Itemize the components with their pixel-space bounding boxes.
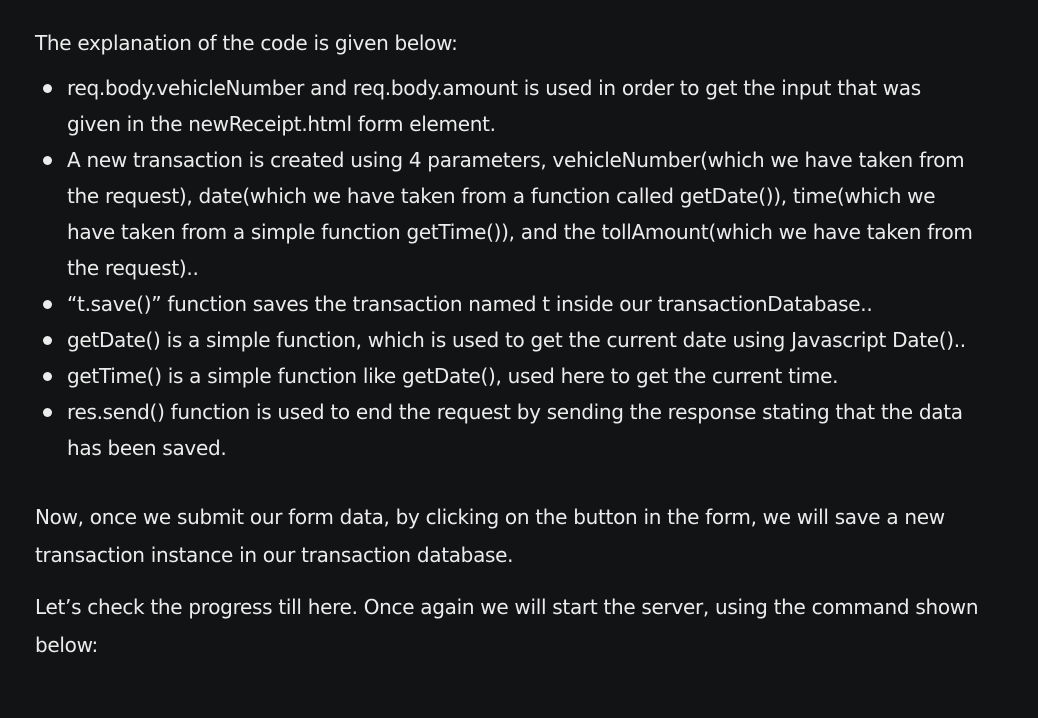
article-body: The explanation of the code is given bel… <box>35 24 1015 664</box>
explanation-list: req.body.vehicleNumber and req.body.amou… <box>35 70 1015 466</box>
list-item-text: getDate() is a simple function, which is… <box>67 328 966 352</box>
list-item: getTime() is a simple function like getD… <box>35 358 977 394</box>
list-item-text: res.send() function is used to end the r… <box>67 400 963 460</box>
list-item-text: A new transaction is created using 4 par… <box>67 148 973 280</box>
bullet-icon <box>43 300 52 309</box>
submit-paragraph: Now, once we submit our form data, by cl… <box>35 505 945 567</box>
list-item-text: req.body.vehicleNumber and req.body.amou… <box>67 76 921 136</box>
bullet-icon <box>43 84 52 93</box>
bullet-icon <box>43 372 52 381</box>
bullet-icon <box>43 336 52 345</box>
bullet-icon <box>43 408 52 417</box>
list-item: req.body.vehicleNumber and req.body.amou… <box>35 70 977 142</box>
list-item: A new transaction is created using 4 par… <box>35 142 977 286</box>
list-item: “t.save()” function saves the transactio… <box>35 286 977 322</box>
list-item-text: “t.save()” function saves the transactio… <box>67 292 873 316</box>
bullet-icon <box>43 156 52 165</box>
list-item: getDate() is a simple function, which is… <box>35 322 977 358</box>
list-item: res.send() function is used to end the r… <box>35 394 977 466</box>
list-item-text: getTime() is a simple function like getD… <box>67 364 839 388</box>
progress-paragraph: Let’s check the progress till here. Once… <box>35 595 979 657</box>
intro-text: The explanation of the code is given bel… <box>35 31 458 55</box>
